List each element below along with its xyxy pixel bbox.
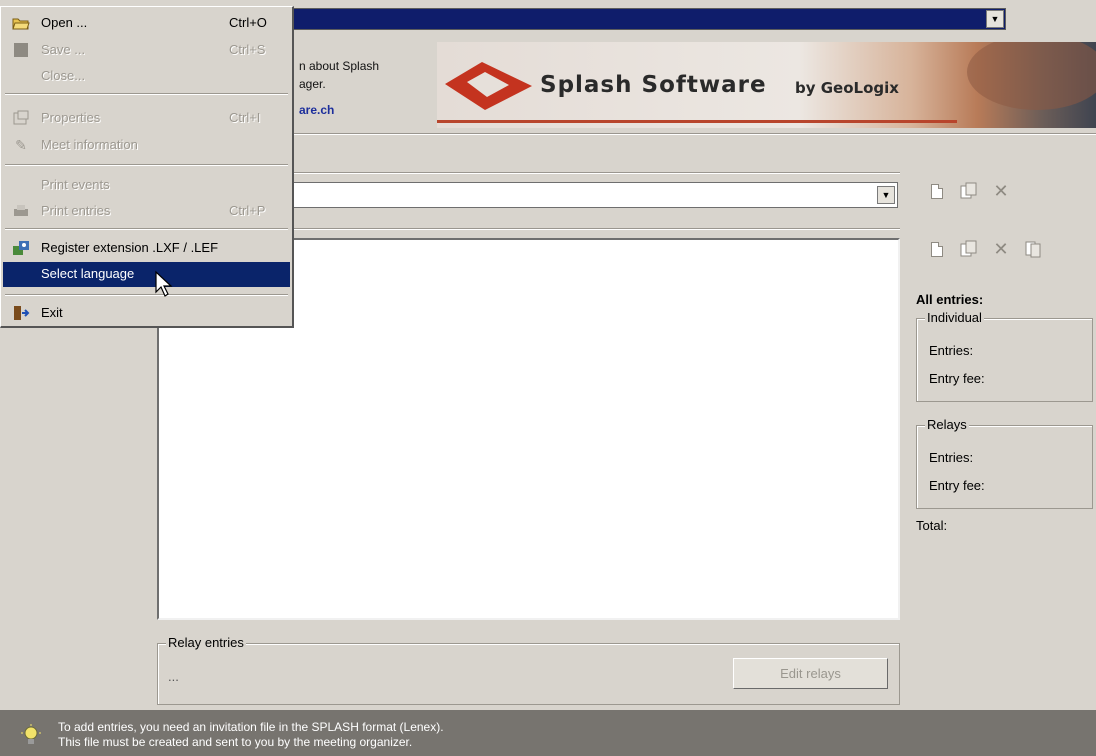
register-extension-icon — [12, 240, 30, 256]
individual-group: Individual Entries: Entry fee: — [916, 310, 1093, 402]
delete-icon[interactable]: ✕ — [990, 180, 1012, 202]
banner-by-label: by GeoLogix — [795, 79, 899, 97]
individual-entries-label: Entries: — [929, 343, 974, 358]
menu-item-properties[interactable]: Properties Ctrl+I — [3, 106, 290, 130]
new-document-icon[interactable] — [926, 180, 948, 202]
total-label: Total: — [916, 518, 948, 533]
meet-info-icon: ✎ — [15, 137, 27, 153]
copy-icon[interactable] — [958, 238, 980, 260]
properties-icon — [12, 110, 30, 126]
splash-banner: Splash Software by GeoLogix — [437, 42, 1096, 128]
lightbulb-icon — [21, 724, 41, 744]
relay-entries-legend: Relay entries — [166, 635, 246, 650]
menu-item-close[interactable]: Close... — [3, 64, 290, 88]
relays-legend: Relays — [925, 417, 969, 432]
menu-item-print-entries[interactable]: Print entries Ctrl+P — [3, 199, 290, 223]
info-text-line1: n about Splash — [299, 59, 380, 73]
menu-item-print-events[interactable]: Print events — [3, 173, 290, 197]
individual-legend: Individual — [925, 310, 984, 325]
delete-icon[interactable]: ✕ — [990, 238, 1012, 260]
menu-item-meet-information[interactable]: ✎ Meet information — [3, 133, 290, 157]
exit-icon — [12, 305, 30, 321]
status-text-line2: This file must be created and sent to yo… — [58, 735, 413, 749]
menu-item-exit[interactable]: Exit — [3, 301, 290, 325]
paste-icon[interactable] — [1022, 238, 1044, 260]
menu-separator — [5, 93, 288, 95]
splash-logo-icon — [445, 62, 532, 110]
edit-relays-button[interactable]: Edit relays — [733, 658, 888, 689]
relays-fee-label: Entry fee: — [929, 478, 985, 493]
new-document-icon[interactable] — [926, 238, 948, 260]
menu-item-select-language[interactable]: Select language — [3, 262, 290, 287]
menu-separator — [5, 164, 288, 166]
individual-fee-label: Entry fee: — [929, 371, 985, 386]
printer-icon — [12, 203, 30, 219]
relays-group: Relays Entries: Entry fee: — [916, 417, 1093, 509]
copy-icon[interactable] — [958, 180, 980, 202]
separator — [294, 133, 1096, 135]
banner-title: Splash Software — [540, 72, 767, 98]
menu-separator — [5, 228, 288, 230]
status-text-line1: To add entries, you need an invitation f… — [58, 720, 444, 734]
menu-item-save[interactable]: Save ... Ctrl+S — [3, 38, 290, 62]
relays-entries-label: Entries: — [929, 450, 974, 465]
meet-selector-combo[interactable]: ▼ — [270, 8, 1006, 30]
file-menu: Open ... Ctrl+O Save ... Ctrl+S Close...… — [0, 6, 294, 328]
relay-entries-group: Relay entries ... Edit relays — [157, 635, 900, 705]
cursor-icon — [155, 270, 173, 297]
website-link[interactable]: are.ch — [299, 103, 334, 117]
menu-item-open[interactable]: Open ... Ctrl+O — [3, 11, 290, 35]
all-entries-title: All entries: — [916, 292, 984, 307]
relay-entries-value: ... — [168, 669, 179, 684]
open-folder-icon — [12, 15, 30, 31]
separator — [294, 172, 900, 174]
info-text-line2: ager. — [299, 77, 326, 91]
save-icon — [12, 42, 30, 58]
dropdown-arrow-icon[interactable]: ▼ — [877, 186, 895, 204]
status-bar: To add entries, you need an invitation f… — [0, 710, 1096, 756]
menu-item-register-extension[interactable]: Register extension .LXF / .LEF — [3, 236, 290, 260]
menu-separator — [5, 294, 288, 296]
dropdown-arrow-icon[interactable]: ▼ — [986, 10, 1004, 28]
